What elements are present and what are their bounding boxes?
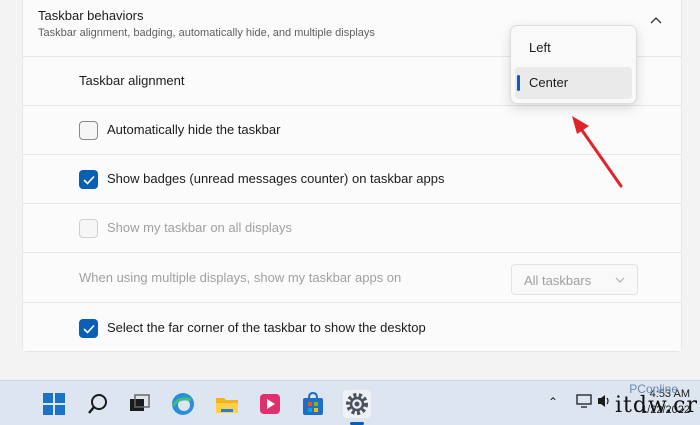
show-badges-label: Show badges (unread messages counter) on… xyxy=(107,171,445,186)
microsoft-store-icon[interactable] xyxy=(299,390,327,418)
select-value: All taskbars xyxy=(524,273,592,288)
settings-gear-icon[interactable] xyxy=(343,390,371,418)
far-corner-checkbox[interactable] xyxy=(79,319,98,338)
media-player-icon[interactable] xyxy=(256,390,284,418)
chevron-up-tray-icon[interactable]: ⌃ xyxy=(548,395,558,409)
alignment-dropdown-menu: Left Center xyxy=(510,25,637,104)
chevron-down-icon xyxy=(615,277,625,283)
dropdown-option-left[interactable]: Left xyxy=(515,32,632,64)
selection-indicator xyxy=(517,75,520,91)
checkmark-icon xyxy=(83,175,95,185)
file-explorer-icon[interactable] xyxy=(213,390,241,418)
option-label: Center xyxy=(529,75,569,90)
multi-display-apps-row: When using multiple displays, show my ta… xyxy=(23,254,681,303)
multi-display-apps-select: All taskbars xyxy=(511,264,638,295)
all-displays-row: Show my taskbar on all displays xyxy=(23,204,681,253)
show-badges-checkbox[interactable] xyxy=(79,170,98,189)
dropdown-option-center[interactable]: Center xyxy=(515,67,632,99)
option-label: Left xyxy=(529,40,551,55)
watermark-text: itdw.cr xyxy=(614,393,698,418)
taskbar: ⌃ 4:53 AM 1/22/2022 xyxy=(0,380,700,425)
section-subtitle: Taskbar alignment, badging, automaticall… xyxy=(38,27,375,39)
edge-browser-icon[interactable] xyxy=(169,390,197,418)
all-displays-label: Show my taskbar on all displays xyxy=(107,220,292,235)
far-corner-row[interactable]: Select the far corner of the taskbar to … xyxy=(23,304,681,351)
section-title: Taskbar behaviors xyxy=(38,8,144,23)
taskbar-alignment-label: Taskbar alignment xyxy=(79,73,185,88)
chevron-up-icon[interactable] xyxy=(649,14,663,28)
auto-hide-checkbox[interactable] xyxy=(79,121,98,140)
monitor-icon[interactable] xyxy=(576,393,594,409)
auto-hide-label: Automatically hide the taskbar xyxy=(107,122,281,137)
search-icon[interactable] xyxy=(84,390,112,418)
task-view-icon[interactable] xyxy=(125,390,153,418)
all-displays-checkbox xyxy=(79,219,98,238)
red-arrow-annotation xyxy=(572,116,623,188)
far-corner-label: Select the far corner of the taskbar to … xyxy=(107,320,426,335)
speaker-icon[interactable] xyxy=(597,393,611,409)
multi-display-apps-label: When using multiple displays, show my ta… xyxy=(79,270,402,285)
windows-start-icon[interactable] xyxy=(40,390,68,418)
checkmark-icon xyxy=(83,324,95,334)
